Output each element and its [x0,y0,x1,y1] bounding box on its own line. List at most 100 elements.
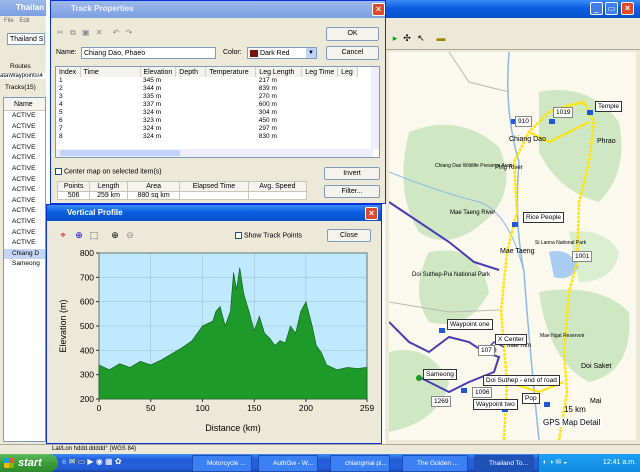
table-row[interactable]: 7 324 m 297 m [56,125,358,133]
cut-icon[interactable]: ✂ [57,28,64,37]
track-list-item[interactable]: ACTIVE [4,143,45,154]
minimize-button[interactable]: _ [590,2,603,15]
y-tick-label: 500 [80,321,94,331]
undo-icon[interactable]: ↶ [113,28,120,37]
track-list-item[interactable]: ACTIVE [4,132,45,143]
track-list-item[interactable]: ACTIVE [4,217,45,228]
track-points-table[interactable]: Index Time Elevation Depth Temperature Leg Le… [55,66,380,158]
menu-edit[interactable]: Edit [19,18,29,24]
gps-combo[interactable]: Thailand St [7,33,45,45]
track-tool-icon[interactable]: ▸ [389,32,401,44]
map-waypoint-rice-people[interactable]: Rice People [523,212,565,223]
map-window: _ ▭ × ▸ ✣ ↖ ▬ Doi Suthep-Pui National Pa… [385,0,640,448]
track-list-item[interactable]: ACTIVE [4,228,45,239]
map-waypoint-one[interactable]: Waypoint one [447,319,493,330]
color-select[interactable]: Dark Red ▼ [247,47,317,59]
track-list-item[interactable]: ACTIVE [4,206,45,217]
overview-label: GPS Map Detail [541,418,603,427]
track-list-item[interactable]: Sameong [4,259,45,270]
invert-button[interactable]: Invert [324,167,380,180]
maximize-button[interactable]: ▭ [605,2,618,15]
table-row[interactable]: 1 345 m 217 m [56,77,358,85]
checkbox-box[interactable] [55,168,62,175]
map-waypoint-doi-suthep[interactable]: Doi Suthep - end of road [483,375,560,386]
track-list-item[interactable]: ACTIVE [4,164,45,175]
map-waypoint-pop[interactable]: Pop [522,393,540,404]
column-header[interactable]: Depth [175,67,207,77]
track-list-item[interactable]: ACTIVE [4,175,45,186]
tray-icons[interactable]: ◐ ◑ ✉ ◒ [543,454,567,472]
vertical-profile-close-icon[interactable]: × [365,207,378,220]
track-list-item[interactable]: Chiang D [4,248,45,260]
elevation-profile-chart[interactable]: 200 300 400 500 600 700 800 0 50 100 150 200 259 Dist… [53,247,375,437]
ruler-tool-icon[interactable]: ▬ [435,32,447,44]
select-tool-icon[interactable]: ↖ [415,32,427,44]
track-list-item[interactable]: ACTIVE [4,196,45,207]
table-row[interactable]: 5 324 m 304 m [56,109,358,117]
ie-icon[interactable]: e [62,457,66,466]
menu-file[interactable]: File [4,18,14,24]
taskbar-item-active[interactable]: Thailand To... [474,455,534,472]
track-list-item[interactable]: ACTIVE [4,122,45,133]
track-list-item[interactable]: ACTIVE [4,185,45,196]
app-icon[interactable]: ◉ [96,457,103,466]
track-properties-close-button[interactable]: × [372,3,385,16]
table-row[interactable]: 3 335 m 270 m [56,93,358,101]
media-icon[interactable]: ▶ [87,457,93,466]
taskbar-item[interactable]: The Golden ... [402,455,468,472]
paste-icon[interactable]: ▣ [82,28,90,37]
cell-empty [338,85,358,93]
redo-icon[interactable]: ↷ [126,28,133,37]
zoom-in-icon[interactable]: ⊕ [109,229,121,241]
filter-button[interactable]: Filter... [324,185,380,198]
outlook-icon[interactable]: ✉ [69,457,76,466]
msn-icon[interactable]: ✿ [115,457,122,466]
crosshair-tool-icon[interactable]: ⌖ [57,229,69,241]
move-tool-icon[interactable]: ✣ [401,32,413,44]
track-list-item[interactable]: ACTIVE [4,238,45,249]
taskbar-item[interactable]: AuthGw - W... [258,455,318,472]
column-header[interactable]: Leg Time [301,67,339,77]
column-header[interactable]: Temperature [205,67,257,77]
close-button[interactable]: Close [327,229,371,242]
ok-button[interactable]: OK [326,27,379,41]
column-header[interactable]: Time [80,67,141,77]
show-track-points-checkbox[interactable]: Show Track Points [235,232,302,239]
map-waypoint-sameong[interactable]: Sameong [423,369,457,380]
y-tick-label: 300 [80,370,94,380]
scroll-thumb[interactable] [60,150,180,156]
copy-icon[interactable]: ⧉ [70,28,76,37]
map-waypoint-temple[interactable]: Temple [595,101,622,112]
horizontal-scrollbar[interactable] [56,149,373,157]
map-close-button[interactable]: × [621,2,634,15]
column-header[interactable]: Leg [337,67,359,77]
track-list-item[interactable]: ACTIVE [4,111,45,122]
column-header[interactable]: Leg Length [255,67,303,77]
routes-tab[interactable]: Routes [10,63,31,70]
table-row[interactable]: 8 324 m 830 m [56,133,358,141]
column-header[interactable]: Elevation [140,67,177,77]
cell-empty [338,77,358,85]
track-name-input[interactable]: Chiang Dao, Phaeo [81,47,216,59]
chart-icon[interactable]: ▦ [105,457,113,466]
tracks-tab[interactable]: Tracks(15) [5,84,36,91]
vertical-scrollbar[interactable] [371,67,379,149]
delete-icon[interactable]: ✕ [96,28,103,37]
start-button[interactable]: start [0,454,58,472]
table-row[interactable]: 2 344 m 839 m [56,85,358,93]
zoom-out-icon[interactable]: ⊖ [124,229,136,241]
table-row[interactable]: 4 337 m 600 m [56,101,358,109]
select-area-tool-icon[interactable]: ⬚ [88,229,100,241]
map-waypoint-x-center[interactable]: X Center [495,334,527,345]
taskbar-item[interactable]: Motorcycle ... [192,455,252,472]
track-list-item[interactable]: ACTIVE [4,153,45,164]
table-row[interactable]: 6 323 m 450 m [56,117,358,125]
taskbar-item[interactable]: chiangmai pi... [330,455,390,472]
target-tool-icon[interactable]: ⊕ [73,229,85,241]
center-map-checkbox[interactable]: Center map on selected item(s) [55,168,162,175]
checkbox-box[interactable] [235,232,242,239]
folder-icon[interactable]: ▭ [78,457,86,466]
map-waypoint-two[interactable]: Waypoint two [473,399,518,410]
column-header[interactable]: Index [56,67,81,77]
cancel-button[interactable]: Cancel [326,46,379,60]
